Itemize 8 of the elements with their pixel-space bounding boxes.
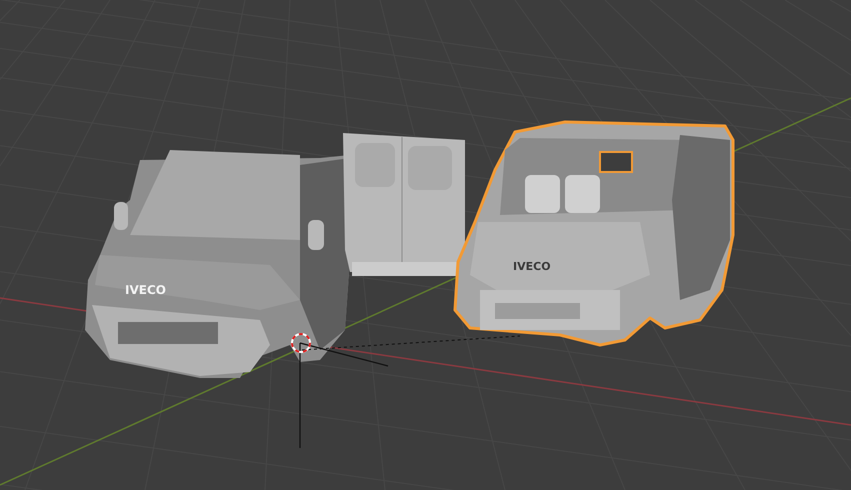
3d-cursor-icon[interactable] [291,333,388,448]
side-mirror [114,202,128,230]
window-opening [599,151,633,173]
badge-label: IVECO [125,283,166,297]
van-model[interactable]: IVECO [454,120,734,346]
badge-label: IVECO [513,260,551,273]
side-mirror [308,220,324,250]
rear-doors-model[interactable] [343,133,465,276]
